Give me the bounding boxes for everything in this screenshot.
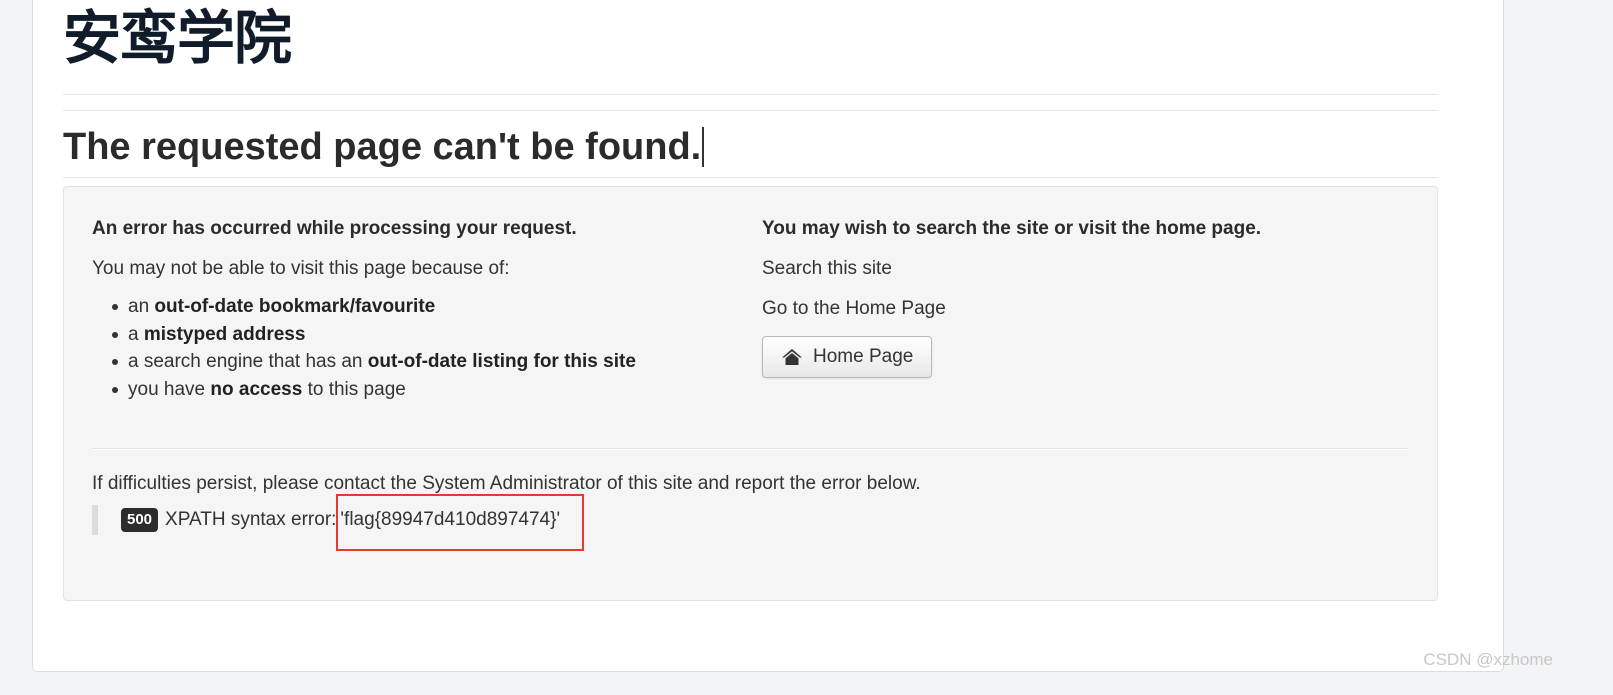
error-intro: You may not be able to visit this page b… bbox=[92, 258, 510, 279]
search-lead: You may wish to search the site or visit… bbox=[762, 218, 1262, 239]
list-item: you have no access to this page bbox=[110, 376, 712, 404]
reason-text: you have bbox=[128, 378, 211, 400]
reason-text: an bbox=[128, 296, 155, 317]
home-page-link[interactable]: Go to the Home Page bbox=[762, 297, 1402, 321]
page-heading: The requested page can't be found. bbox=[63, 126, 704, 169]
status-badge: 500 bbox=[121, 508, 159, 532]
error-message-text: 'flag{89947d410d897474}' bbox=[340, 509, 561, 530]
error-blockquote: 500 XPATH syntax error: 'flag{89947d410d… bbox=[92, 494, 585, 551]
list-item: a mistyped address bbox=[110, 321, 712, 349]
error-reasons-column: An error has occurred while processing y… bbox=[92, 217, 712, 403]
persist-message: If difficulties persist, please contact … bbox=[92, 473, 921, 494]
home-button-label: Home Page bbox=[813, 346, 914, 367]
watermark: CSDN @xzhome bbox=[1423, 650, 1553, 669]
divider bbox=[63, 94, 1438, 95]
divider bbox=[63, 110, 1438, 111]
search-site-link[interactable]: Search this site bbox=[762, 257, 1402, 281]
reason-emphasis: out-of-date bookmark/favourite bbox=[154, 296, 436, 317]
home-page-button[interactable]: Home Page bbox=[762, 336, 933, 378]
home-icon bbox=[781, 348, 803, 366]
page-container: 安鸾学院 The requested page can't be found. … bbox=[32, 0, 1504, 672]
page-heading-text: The requested page can't be found. bbox=[63, 126, 702, 168]
divider bbox=[92, 448, 1408, 450]
reason-emphasis: no access bbox=[210, 378, 303, 400]
divider bbox=[63, 177, 1438, 178]
error-lead: An error has occurred while processing y… bbox=[92, 218, 577, 239]
reason-emphasis: mistyped address bbox=[143, 323, 306, 345]
error-message: 'flag{89947d410d897474}' bbox=[336, 494, 585, 551]
reason-text: a search engine that has an bbox=[128, 351, 368, 372]
reasons-list: an out-of-date bookmark/favourite a mist… bbox=[92, 293, 712, 403]
reason-text: a bbox=[128, 323, 144, 345]
list-item: a search engine that has an out-of-date … bbox=[110, 348, 712, 376]
reason-emphasis: out-of-date listing for this site bbox=[367, 351, 636, 372]
reason-text: to this page bbox=[302, 378, 406, 400]
site-title[interactable]: 安鸾学院 bbox=[63, 9, 292, 67]
text-cursor bbox=[702, 127, 704, 167]
error-label: XPATH syntax error: bbox=[165, 509, 337, 530]
list-item: an out-of-date bookmark/favourite bbox=[110, 293, 712, 321]
error-panel: An error has occurred while processing y… bbox=[63, 186, 1438, 601]
search-home-column: You may wish to search the site or visit… bbox=[762, 217, 1402, 378]
